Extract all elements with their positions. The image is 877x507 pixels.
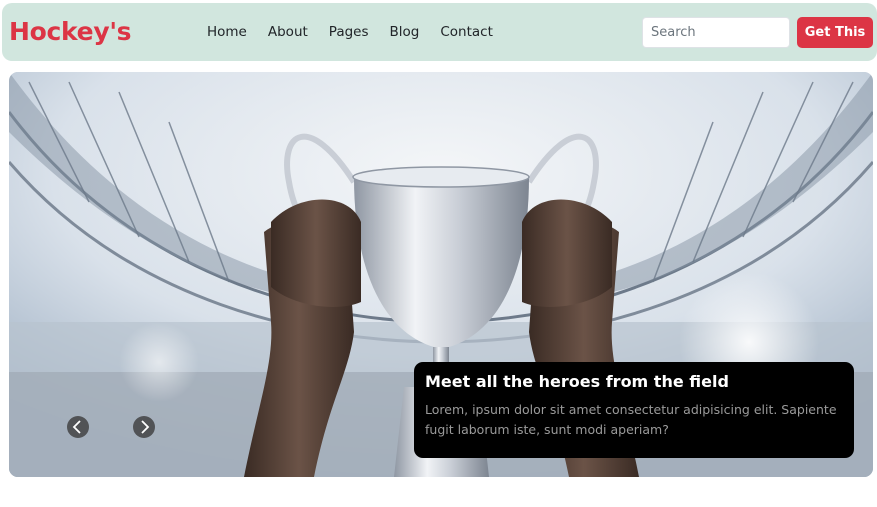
caption-text: Lorem, ipsum dolor sit amet consectetur …	[425, 402, 837, 437]
nav-link-about[interactable]: About	[268, 24, 308, 40]
nav-link-contact[interactable]: Contact	[440, 24, 493, 40]
chevron-right-icon	[141, 420, 150, 434]
get-this-button[interactable]: Get This	[797, 17, 873, 48]
carousel-prev-button[interactable]	[67, 416, 89, 438]
search-input[interactable]	[642, 17, 790, 48]
brand-logo[interactable]: Hockey's	[9, 17, 132, 46]
hero-carousel: Meet all the heroes from the field Lorem…	[9, 72, 873, 477]
caption-title: Meet all the heroes from the field	[425, 372, 729, 391]
carousel-caption: Meet all the heroes from the field Lorem…	[414, 362, 854, 458]
nav-link-pages[interactable]: Pages	[329, 24, 369, 40]
carousel-next-button[interactable]	[133, 416, 155, 438]
nav-link-blog[interactable]: Blog	[390, 24, 420, 40]
nav-link-home[interactable]: Home	[207, 24, 247, 40]
nav-links: Home About Pages Blog Contact	[207, 24, 514, 40]
chevron-left-icon	[72, 420, 81, 434]
navbar: Hockey's Home About Pages Blog Contact G…	[2, 3, 877, 61]
